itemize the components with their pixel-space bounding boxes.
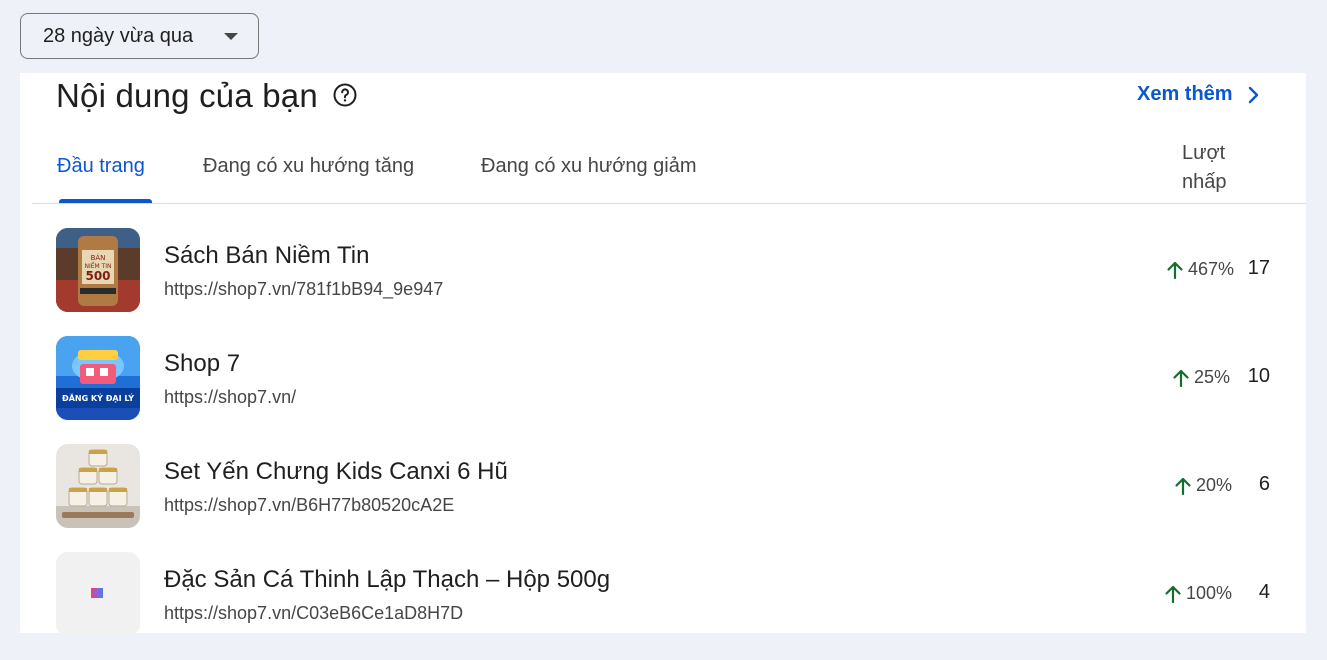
product-thumbnail: ĐĂNG KÝ ĐẠI LÝ <box>56 336 140 420</box>
change-value: 100% <box>1185 583 1232 603</box>
trend-change: 467% <box>1166 259 1234 280</box>
clicks-count: 6 <box>1258 473 1270 495</box>
item-title[interactable]: Sách Bán Niềm Tin <box>164 242 369 270</box>
list-item[interactable]: BÁN NIỀM TIN 500 Sách Bán Niềm Tin https… <box>20 228 1306 336</box>
change-value: 20% <box>1195 475 1232 495</box>
help-icon[interactable] <box>333 83 357 107</box>
item-url: https://shop7.vn/B6H77b80520cA2E <box>164 495 455 515</box>
clicks-count: 10 <box>1247 365 1270 387</box>
list-item[interactable]: ĐĂNG KÝ ĐẠI LÝ Shop 7 https://shop7.vn/ … <box>20 336 1306 444</box>
arrow-up-icon <box>1175 477 1191 495</box>
svg-text:BÁN: BÁN <box>91 253 106 262</box>
chevron-down-icon <box>224 33 238 40</box>
product-thumbnail: BÁN NIỀM TIN 500 <box>56 228 140 312</box>
item-title[interactable]: Set Yến Chưng Kids Canxi 6 Hũ <box>164 458 508 486</box>
svg-text:ĐĂNG KÝ ĐẠI LÝ: ĐĂNG KÝ ĐẠI LÝ <box>62 392 134 403</box>
see-more-link[interactable]: Xem thêm <box>1137 83 1259 106</box>
tab-top[interactable]: Đầu trang <box>57 155 145 178</box>
trend-change: 100% <box>1164 583 1232 604</box>
item-url: https://shop7.vn/781f1bB94_9e947 <box>164 279 444 299</box>
see-more-label: Xem thêm <box>1137 83 1233 105</box>
item-url: https://shop7.vn/C03eB6Ce1aD8H7D <box>164 603 464 623</box>
date-range-label: 28 ngày vừa qua <box>43 24 194 47</box>
product-thumbnail <box>56 552 140 636</box>
item-title[interactable]: Đặc Sản Cá Thinh Lập Thạch – Hộp 500g <box>164 566 610 594</box>
item-url: https://shop7.vn/ <box>164 387 297 407</box>
content-card: Nội dung của bạn Xem thêm Đầu trang Đang… <box>20 73 1306 636</box>
change-value: 25% <box>1193 367 1230 387</box>
tab-trending-down[interactable]: Đang có xu hướng giảm <box>481 155 697 178</box>
date-range-dropdown[interactable]: 28 ngày vừa qua <box>20 13 259 59</box>
tab-trending-up[interactable]: Đang có xu hướng tăng <box>203 155 414 178</box>
card-title: Nội dung của bạn <box>56 77 318 114</box>
trend-change: 20% <box>1174 475 1232 496</box>
list-item[interactable]: Set Yến Chưng Kids Canxi 6 Hũ https://sh… <box>20 444 1306 552</box>
arrow-up-icon <box>1167 261 1183 279</box>
chevron-right-icon <box>1248 86 1258 103</box>
svg-text:500: 500 <box>85 269 110 283</box>
arrow-up-icon <box>1173 369 1189 387</box>
divider <box>32 203 1306 204</box>
trend-change: 25% <box>1172 367 1230 388</box>
change-value: 467% <box>1187 259 1234 279</box>
item-title[interactable]: Shop 7 <box>164 350 240 378</box>
clicks-count: 4 <box>1258 581 1270 603</box>
clicks-count: 17 <box>1247 257 1270 279</box>
product-thumbnail <box>56 444 140 528</box>
arrow-up-icon <box>1165 585 1181 603</box>
list-item[interactable]: Đặc Sản Cá Thinh Lập Thạch – Hộp 500g ht… <box>20 552 1306 660</box>
clicks-column-header[interactable]: Lượt nhấp <box>1182 139 1262 197</box>
